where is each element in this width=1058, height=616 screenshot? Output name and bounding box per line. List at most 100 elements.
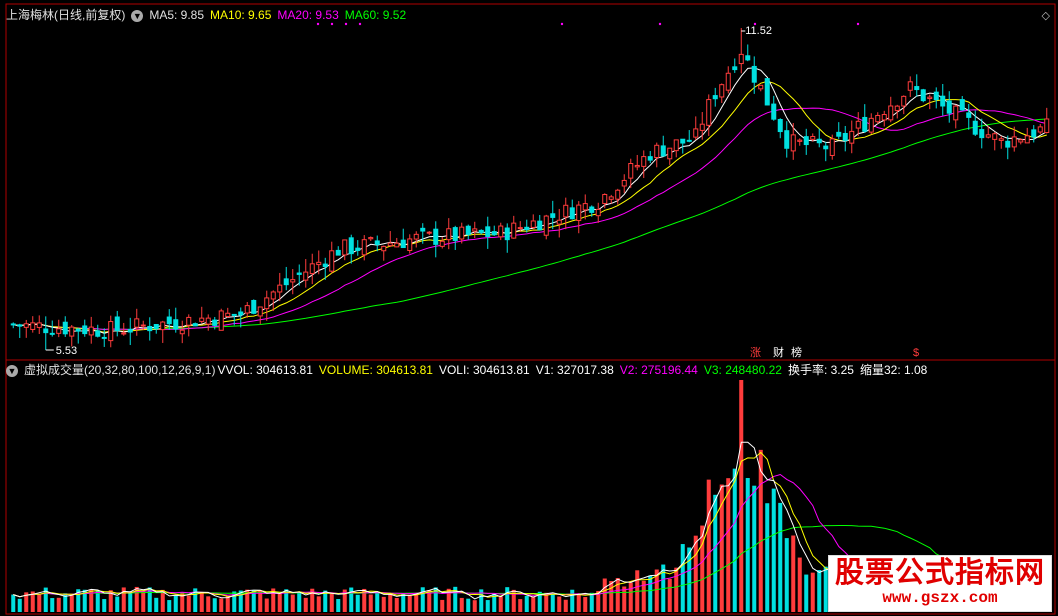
candle-body [686,139,692,142]
candle-body [569,207,575,220]
candle-body [654,144,660,159]
candle [82,319,88,337]
ma20-value: MA20: 9.53 [277,8,339,22]
volume-bar [693,535,698,612]
volume-bar [570,589,575,612]
event-marker [344,22,348,26]
candle [49,320,55,337]
candle [849,120,855,154]
candle-body [894,105,900,112]
volume-bar [784,538,789,612]
volume-bar [95,590,100,612]
volume-bar [297,592,302,612]
candle-body [933,91,939,101]
candle-body [725,72,731,91]
candle [381,245,387,261]
volume-bar [791,535,796,612]
candle [179,320,185,344]
candle [719,83,725,103]
candle-body [849,130,855,144]
candle-body [355,247,361,251]
volume-bar [102,599,107,612]
candle-body [745,55,751,61]
price-panel[interactable] [10,22,1050,351]
chevron-down-icon[interactable]: ▼ [131,9,144,22]
candle-body [764,78,770,106]
volume-bar [810,572,815,612]
candle-body [647,156,653,161]
volume-bar [505,587,510,612]
diamond-icon[interactable]: ◇ [1042,9,1050,22]
candle-body [777,119,783,133]
info-marker-bang[interactable]: 榜 [791,345,802,359]
candle [563,197,569,230]
candle [88,316,94,344]
ma5-value: MA5: 9.85 [149,8,205,22]
volume-bar [303,597,308,612]
volume-bar [219,598,224,612]
candle [270,290,276,312]
shrink-value: 缩量32: 1.08 [859,363,928,377]
volume-bar [706,479,711,612]
candle-body [231,313,237,316]
volume-bar [518,599,523,612]
candle [238,307,244,328]
info-marker-zhang[interactable]: 涨 [750,346,761,359]
chart-canvas[interactable]: 11.52 5.53 涨 财 榜 $ [0,0,1058,616]
candle-body [361,239,367,256]
candle-body [212,319,218,326]
candle-body [790,134,796,152]
v2-value: V2: 275196.44 [619,363,698,377]
volume-bar [375,591,380,612]
candle [966,103,972,130]
candle-body [459,226,465,240]
volume-bar [440,599,445,612]
volume-bar [485,600,490,612]
volume-bar [563,599,568,612]
candle [855,112,861,137]
info-marker-dollar[interactable]: $ [913,347,919,359]
candle-body [1037,126,1043,133]
candle [888,96,894,123]
candle-body [225,312,231,317]
volume-bar [336,599,341,612]
candle-body [186,316,192,326]
candle [153,323,159,334]
indicator-name: 虚拟成交量(20,32,80,100,12,26,9,1) [24,363,216,377]
volume-bar [160,589,165,612]
volume-bar [797,557,802,612]
candle-body [901,95,907,107]
candle-body [517,227,523,230]
volume-bar [524,595,529,612]
ma10-value: MA10: 9.65 [210,8,272,22]
candle-body [329,250,335,272]
candle-body [888,105,894,121]
candle-body [953,105,959,121]
candle [907,76,913,98]
candle-body [238,311,244,316]
candle-body [69,326,75,337]
chart-annotations: 11.52 5.53 涨 财 榜 $ [56,25,919,359]
candle-body [823,145,829,150]
candle [218,308,224,331]
candle [452,225,458,250]
candle [920,88,926,103]
candle [23,319,29,338]
volume-bar [316,596,321,612]
chevron-down-icon[interactable]: ▼ [6,364,18,377]
candle [758,84,764,92]
volume-bar [407,594,412,612]
volume-bar [602,578,607,612]
candle-body [387,242,393,247]
candle [277,272,283,302]
candle [134,308,140,336]
candle-body [881,114,887,121]
candle [940,83,946,116]
candle [621,174,627,193]
candle [797,138,803,146]
info-marker-cai[interactable]: 财 [773,345,784,359]
candle-body [563,204,569,218]
candle-body [491,231,497,236]
candle [693,116,699,141]
candle-body [979,129,985,139]
